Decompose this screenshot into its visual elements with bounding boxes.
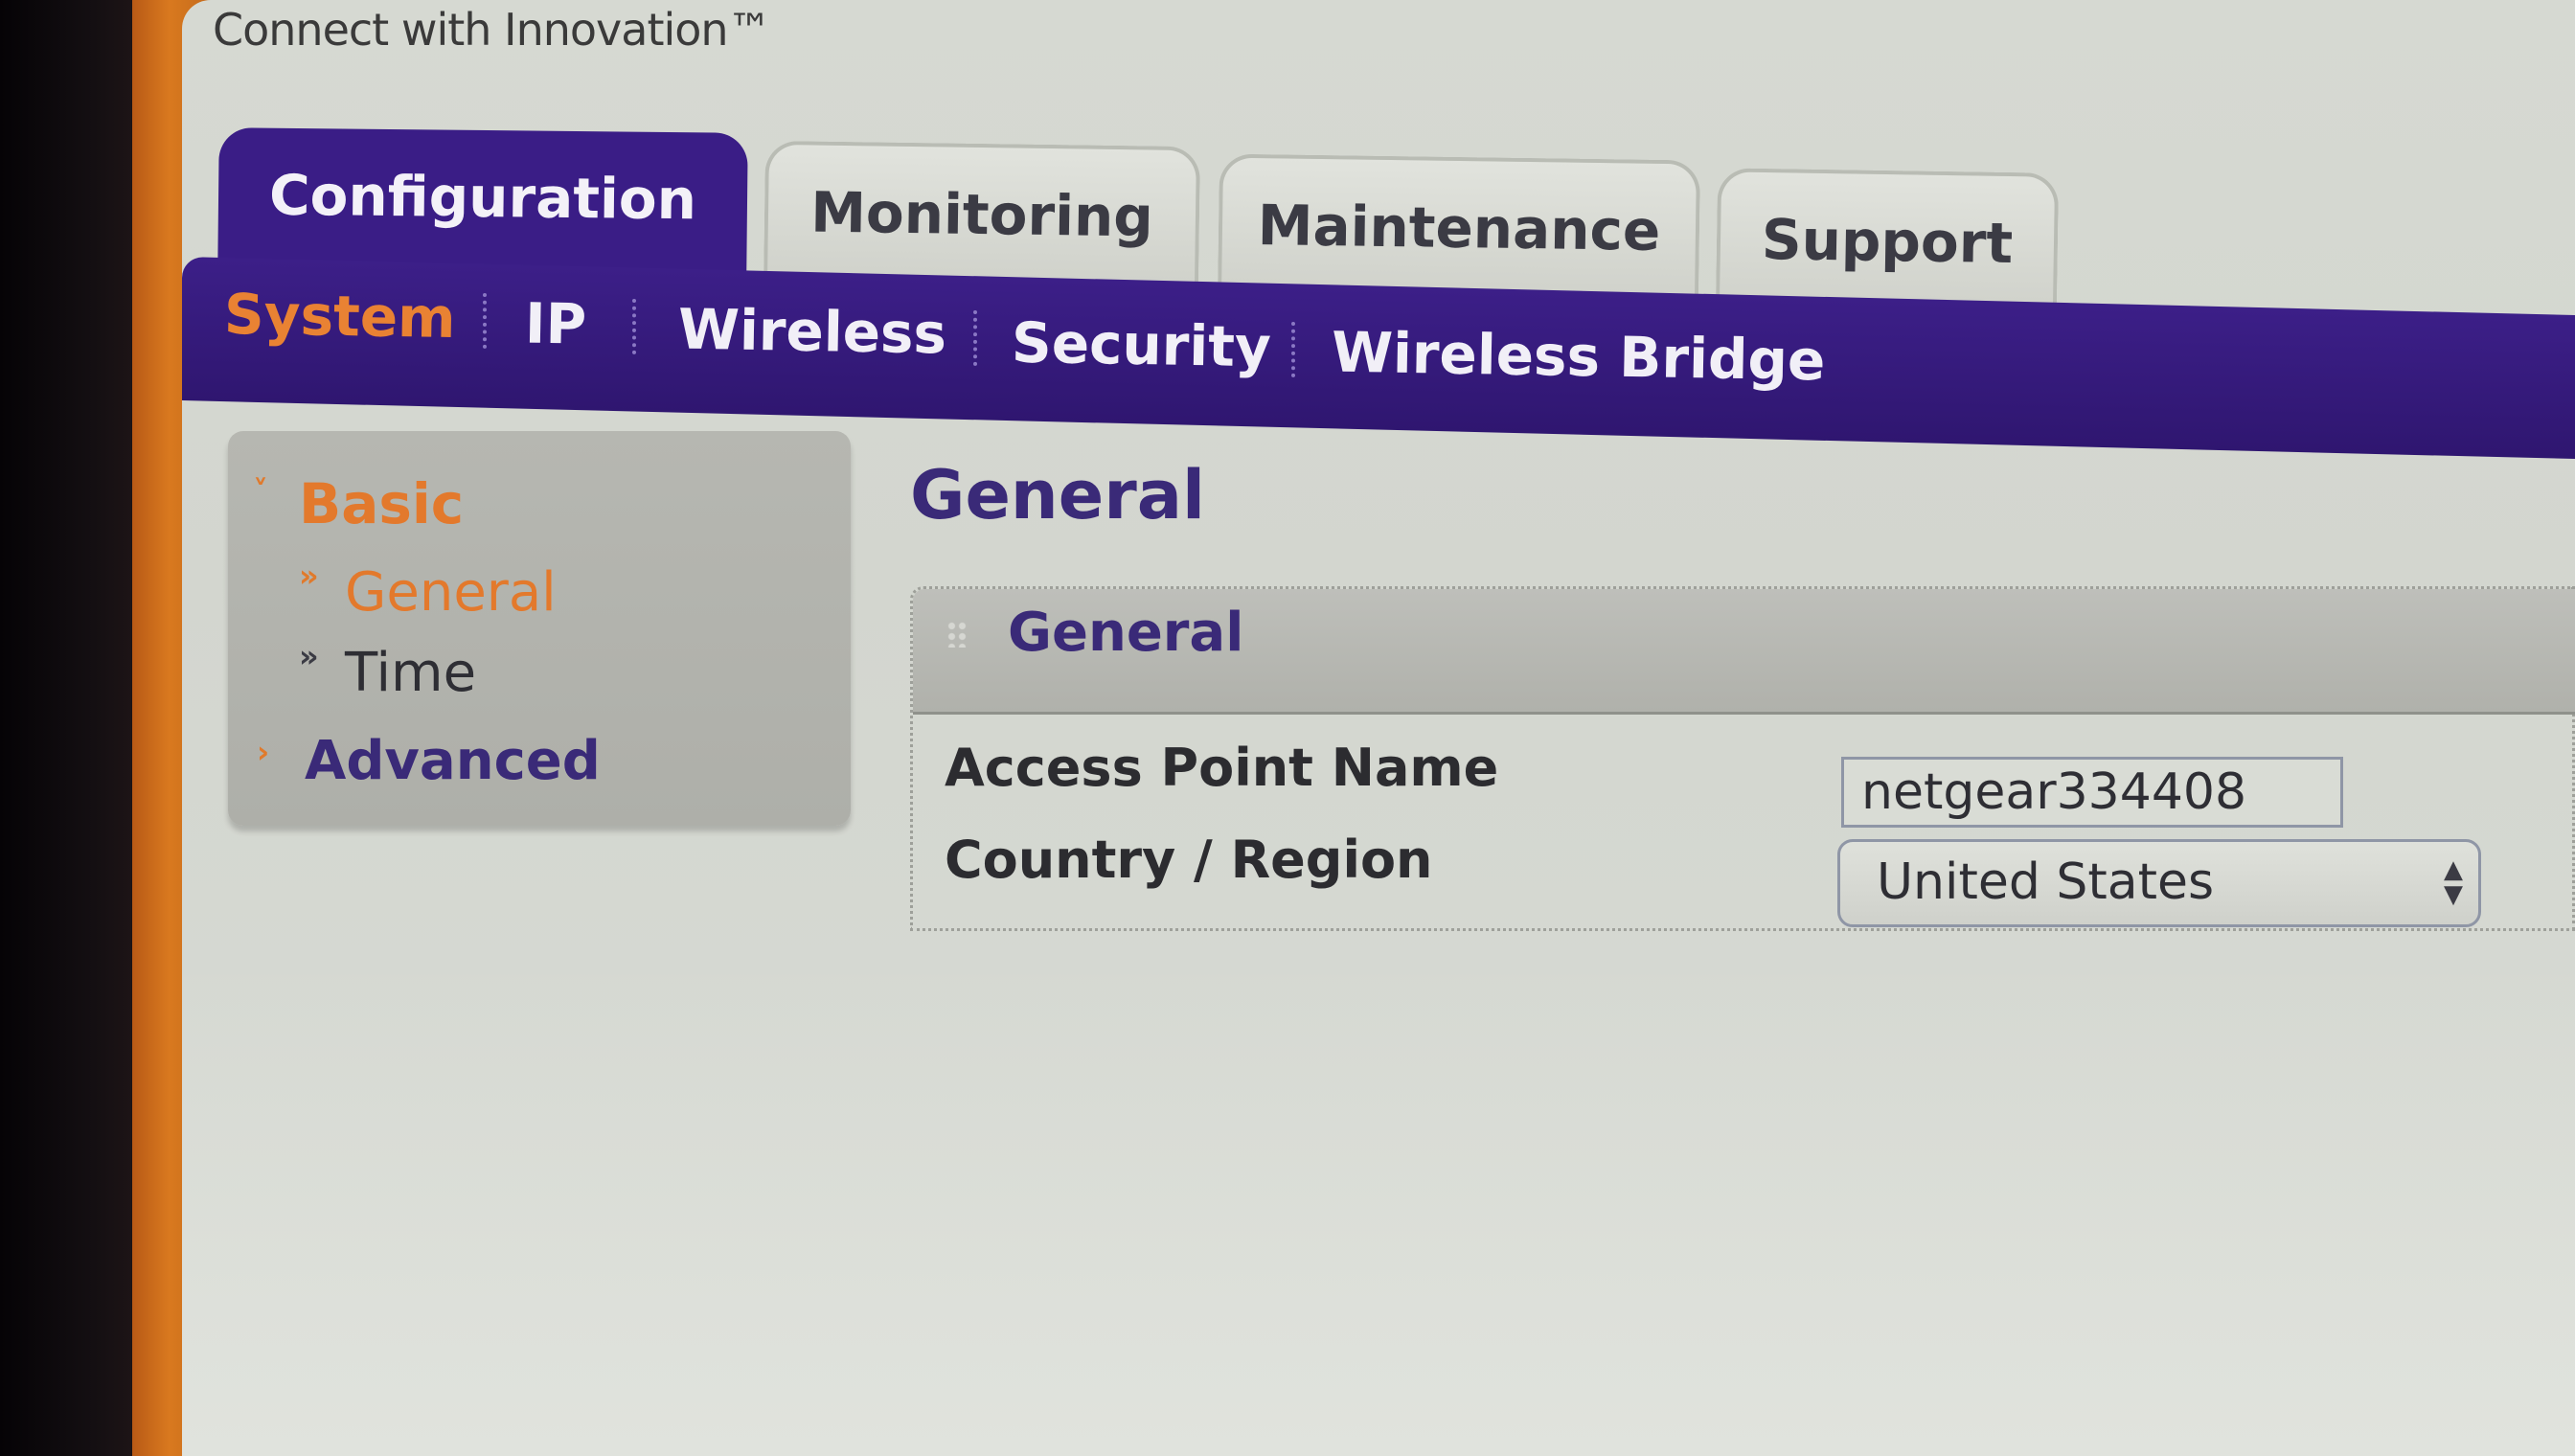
- subnav-item-ip[interactable]: IP: [524, 290, 586, 356]
- tab-configuration[interactable]: Configuration: [217, 127, 748, 277]
- country-region-select[interactable]: United States ▲ ▼: [1837, 839, 2481, 927]
- subnav-divider: [632, 299, 636, 354]
- screen: Connect with Innovation™ Configuration M…: [0, 0, 2575, 1456]
- subnav-item-system[interactable]: System: [223, 282, 456, 351]
- sidebar-item-general[interactable]: General: [345, 561, 557, 624]
- drag-handle-icon[interactable]: [946, 621, 968, 648]
- sidebar-item-time[interactable]: Time: [345, 642, 476, 704]
- access-point-name-input[interactable]: [1841, 757, 2343, 828]
- tab-maintenance[interactable]: Maintenance: [1217, 153, 1701, 305]
- country-region-label: Country / Region: [945, 830, 1433, 890]
- page-title: General: [910, 456, 1205, 535]
- panel-title: General: [1008, 602, 1244, 664]
- country-region-value: United States: [1877, 853, 2215, 911]
- subnav-item-security[interactable]: Security: [1011, 310, 1271, 380]
- subnav-divider: [973, 310, 977, 366]
- access-point-name-label: Access Point Name: [945, 738, 1499, 798]
- double-chevron-icon: »: [299, 557, 319, 594]
- sidebar-group-advanced[interactable]: Advanced: [305, 730, 601, 792]
- subnav-divider: [483, 293, 487, 349]
- chevron-right-icon: ›: [257, 734, 270, 770]
- subnav-item-wireless-bridge[interactable]: Wireless Bridge: [1331, 320, 1825, 394]
- tab-monitoring[interactable]: Monitoring: [763, 140, 1201, 291]
- chevron-down-icon: ˅: [253, 473, 268, 510]
- select-arrows-icon: ▲ ▼: [2444, 855, 2463, 909]
- subnav-divider: [1291, 322, 1295, 377]
- sidebar-group-basic[interactable]: Basic: [299, 471, 464, 536]
- brand-tagline: Connect with Innovation™: [213, 4, 772, 56]
- subnav-item-wireless[interactable]: Wireless: [677, 297, 946, 367]
- double-chevron-icon: »: [299, 638, 319, 674]
- monitor-bezel: [0, 0, 134, 1456]
